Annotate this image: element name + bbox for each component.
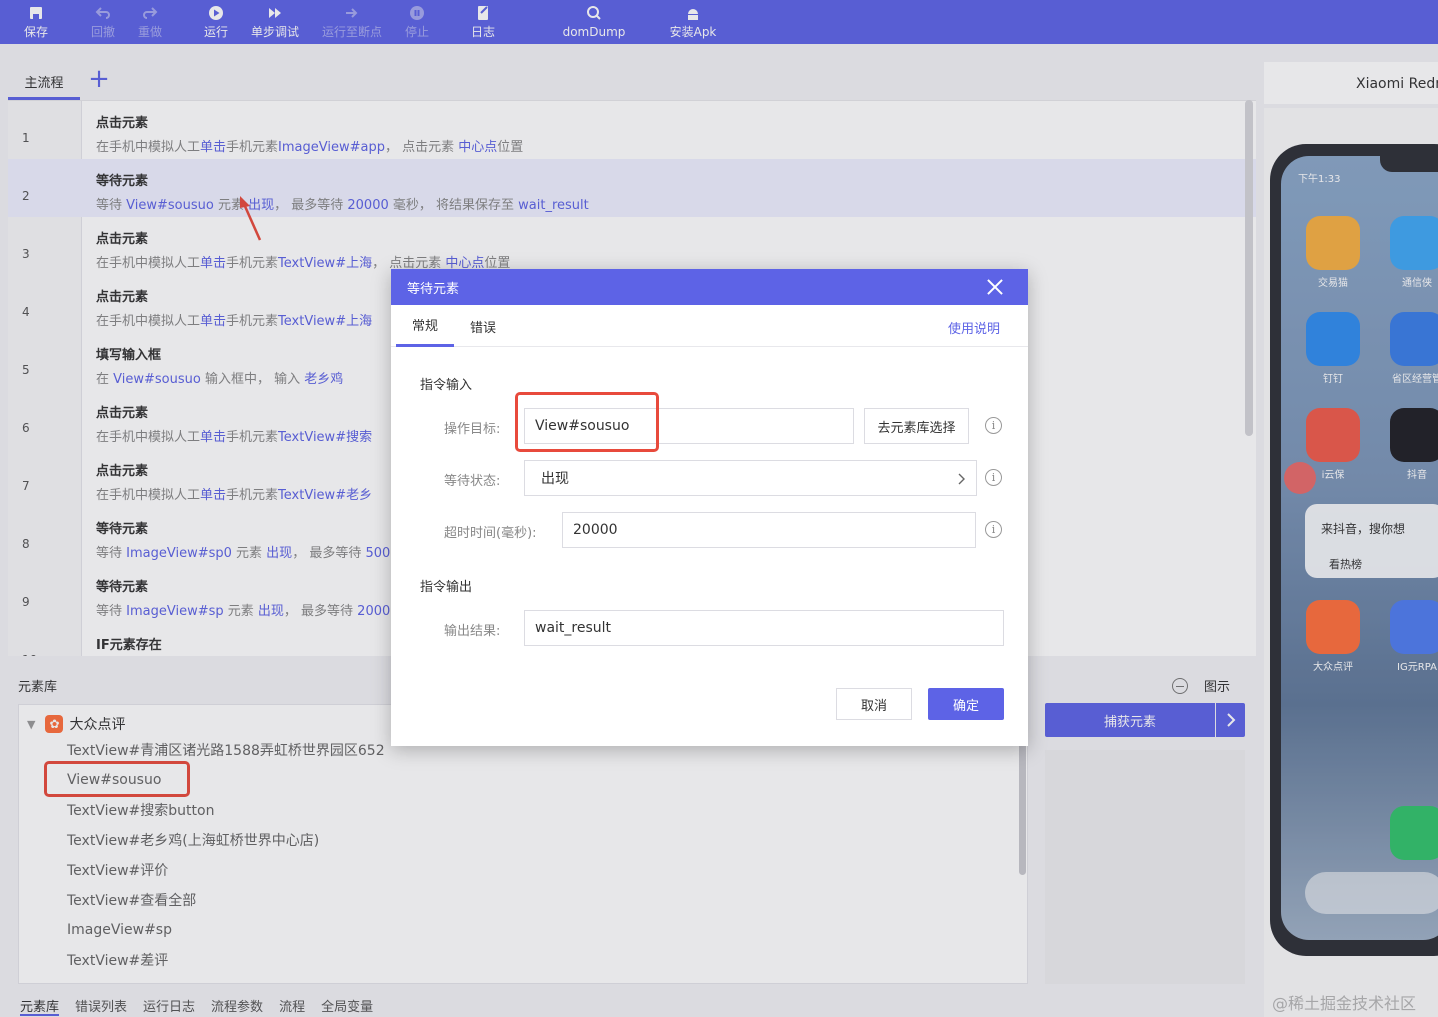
info-icon[interactable]: i xyxy=(985,469,1002,486)
tab-error[interactable]: 错误 xyxy=(457,305,509,347)
timeout-label: 超时时间(毫秒): xyxy=(444,526,537,541)
highlight-box-target xyxy=(515,392,659,452)
result-label: 输出结果: xyxy=(444,624,501,639)
target-label: 操作目标: xyxy=(444,422,501,437)
chevron-right-icon xyxy=(958,473,965,485)
wait-state-value: 出现 xyxy=(541,471,569,487)
info-icon[interactable]: i xyxy=(985,521,1002,538)
info-icon[interactable]: i xyxy=(985,417,1002,434)
wait-state-select[interactable]: 出现 xyxy=(524,460,977,496)
input-section-title: 指令输入 xyxy=(420,378,473,393)
timeout-value: 20000 xyxy=(573,522,618,538)
result-input[interactable]: wait_result xyxy=(524,610,1004,646)
dialog-title: 等待元素 xyxy=(407,281,460,297)
help-link[interactable]: 使用说明 xyxy=(948,318,1000,337)
tab-general[interactable]: 常规 xyxy=(396,305,454,347)
output-section-title: 指令输出 xyxy=(420,580,473,595)
dialog-header: 等待元素 xyxy=(391,269,1028,305)
confirm-button[interactable]: 确定 xyxy=(928,688,1004,720)
wait-state-label: 等待状态: xyxy=(444,474,501,489)
wait-element-dialog: 等待元素 常规 错误 使用说明 指令输入 操作目标: View#sousuo 去… xyxy=(391,269,1028,746)
dialog-tabs: 常规 错误 使用说明 xyxy=(391,305,1028,347)
cancel-button[interactable]: 取消 xyxy=(836,688,912,720)
timeout-input[interactable]: 20000 xyxy=(562,512,976,548)
close-icon[interactable] xyxy=(986,278,1004,296)
select-from-library-button[interactable]: 去元素库选择 xyxy=(864,408,969,444)
result-value: wait_result xyxy=(535,620,612,636)
